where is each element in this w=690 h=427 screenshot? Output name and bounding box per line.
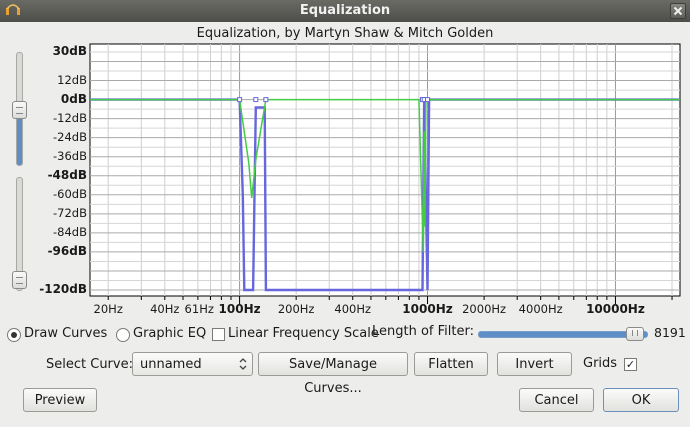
graphic-eq-radio[interactable] — [116, 328, 130, 342]
select-curve-combo[interactable]: unnamed — [132, 352, 253, 376]
preview-button[interactable]: Preview — [23, 388, 97, 412]
x-axis-label: 100Hz — [218, 302, 261, 316]
graphic-eq-label[interactable]: Graphic EQ — [133, 326, 206, 341]
save-manage-curves-button[interactable]: Save/Manage Curves... — [258, 352, 408, 396]
equalization-window: Equalization Equalization, by Martyn Sha… — [0, 0, 690, 427]
x-axis-label: 200Hz — [277, 302, 315, 316]
invert-button[interactable]: Invert — [497, 352, 572, 376]
grids-checkbox[interactable]: ✓ — [624, 358, 637, 371]
filter-length-value: 8191 — [654, 325, 686, 340]
draw-curves-label[interactable]: Draw Curves — [24, 326, 107, 341]
ok-button[interactable]: OK — [603, 388, 679, 412]
draw-curves-radio[interactable] — [7, 328, 21, 342]
chevron-up-down-icon — [239, 358, 247, 370]
x-axis-label: 40Hz — [150, 302, 180, 316]
curve-control-point — [263, 97, 269, 103]
cancel-button[interactable]: Cancel — [519, 388, 594, 412]
linear-scale-checkbox[interactable] — [212, 328, 225, 341]
curve-control-point — [237, 97, 243, 103]
x-axis-label: 10000Hz — [586, 302, 645, 316]
curve-control-point — [425, 97, 431, 103]
plot-background — [89, 43, 681, 297]
x-axis-label: 4000Hz — [518, 302, 563, 316]
x-axis-label: 1000Hz — [402, 302, 453, 316]
linear-scale-label[interactable]: Linear Frequency Scale — [228, 326, 379, 341]
curve-control-point — [253, 97, 259, 103]
grids-label[interactable]: Grids — [583, 356, 617, 371]
x-axis-label: 61Hz — [184, 302, 214, 316]
select-curve-label: Select Curve: — [46, 357, 133, 372]
filter-length-thumb[interactable] — [625, 327, 644, 341]
filter-length-label: Length of Filter: — [372, 324, 474, 339]
select-curve-value: unnamed — [140, 357, 202, 372]
x-axis-label: 20Hz — [93, 302, 123, 316]
filter-length-slider[interactable] — [478, 327, 648, 341]
x-axis-label: 400Hz — [334, 302, 372, 316]
flatten-button[interactable]: Flatten — [414, 352, 488, 376]
x-axis-label: 2000Hz — [462, 302, 507, 316]
